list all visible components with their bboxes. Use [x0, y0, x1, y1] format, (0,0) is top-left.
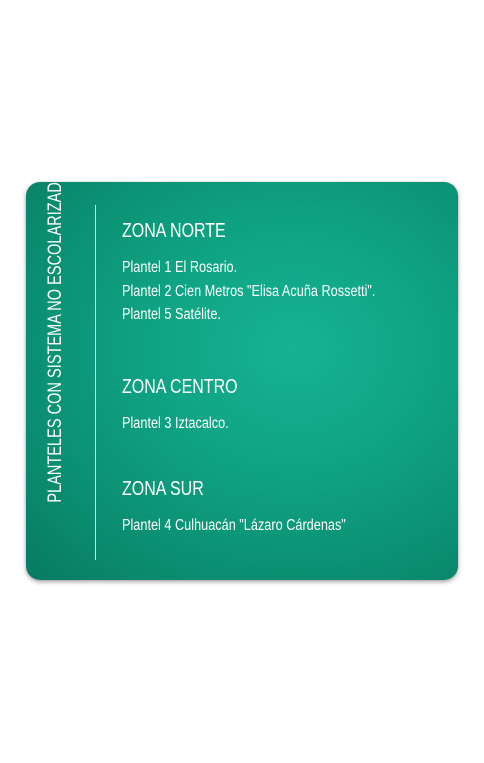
plantel-item: Plantel 4 Culhuacán "Lázaro Cárdenas" — [122, 517, 346, 534]
zone-heading-centro: ZONA CENTRO — [122, 376, 238, 398]
plantel-item: Plantel 2 Cien Metros "Elisa Acuña Rosse… — [122, 283, 376, 300]
side-title: PLANTELES CON SISTEMA NO ESCOLARIZADO — [45, 170, 66, 503]
zone-heading-sur: ZONA SUR — [122, 478, 204, 500]
plantel-item: Plantel 5 Satélite. — [122, 306, 221, 323]
plantel-item: Plantel 3 Iztacalco. — [122, 415, 229, 432]
vertical-divider — [95, 205, 96, 560]
plantel-item: Plantel 1 El Rosario. — [122, 259, 238, 276]
zone-heading-norte: ZONA NORTE — [122, 220, 226, 242]
